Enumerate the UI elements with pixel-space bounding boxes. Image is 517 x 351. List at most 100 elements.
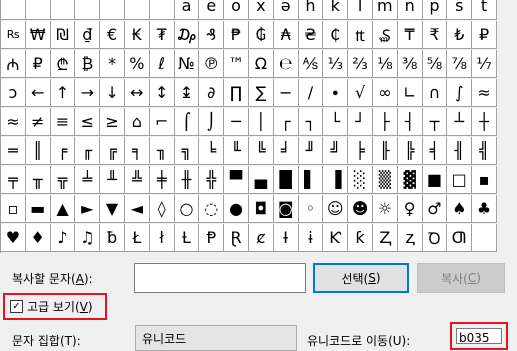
char-cell[interactable]: ₳	[273, 21, 299, 49]
char-cell[interactable]: ₸	[397, 21, 423, 49]
char-cell[interactable]: ↓	[100, 79, 125, 107]
char-cell[interactable]: ≤	[75, 108, 101, 136]
char-cell[interactable]: ▼	[100, 195, 125, 223]
char-cell[interactable]: *	[100, 50, 125, 78]
char-cell[interactable]: ∂	[199, 79, 225, 107]
char-cell[interactable]: x	[248, 0, 274, 20]
char-cell[interactable]: ⅍	[298, 50, 324, 78]
char-cell[interactable]: h	[298, 0, 324, 20]
char-cell[interactable]	[50, 0, 76, 20]
char-cell[interactable]: ∙	[323, 79, 349, 107]
char-cell[interactable]: Rs	[1, 21, 26, 49]
char-cell[interactable]: ┤	[397, 108, 423, 136]
char-cell[interactable]	[25, 0, 51, 20]
char-cell[interactable]	[124, 0, 150, 20]
char-cell[interactable]: a	[174, 0, 200, 20]
char-cell[interactable]: ╠	[397, 137, 423, 165]
char-cell[interactable]: ƙ	[348, 224, 373, 252]
char-cell[interactable]: ╚	[248, 137, 274, 165]
char-cell[interactable]: ▪	[472, 166, 497, 194]
char-cell[interactable]: ◌	[199, 195, 225, 223]
char-cell[interactable]: n	[397, 0, 423, 20]
char-cell[interactable]: ╖	[149, 137, 175, 165]
char-cell[interactable]: Ω	[248, 50, 274, 78]
char-cell[interactable]: ┘	[348, 108, 373, 136]
char-cell[interactable]: ₽	[25, 50, 51, 78]
char-cell[interactable]: ▐	[323, 166, 349, 194]
char-cell[interactable]: %	[124, 50, 150, 78]
char-cell[interactable]: ≥	[100, 108, 125, 136]
char-cell[interactable]: ├	[372, 108, 398, 136]
char-cell[interactable]: ∞	[372, 79, 398, 107]
char-cell[interactable]: ₫	[75, 21, 101, 49]
char-cell[interactable]: ₭	[124, 21, 150, 49]
char-cell[interactable]: ╛	[273, 137, 299, 165]
char-cell[interactable]: ╔	[100, 137, 125, 165]
char-cell[interactable]: ↔	[124, 79, 150, 107]
char-cell[interactable]: ▒	[372, 166, 398, 194]
char-cell[interactable]: ₩	[25, 21, 51, 49]
char-cell[interactable]: ₾	[50, 50, 76, 78]
char-cell[interactable]: −	[273, 79, 299, 107]
char-cell[interactable]: Ƣ	[447, 224, 473, 252]
char-cell[interactable]: ₿	[75, 50, 101, 78]
char-cell[interactable]: ₴	[298, 21, 324, 49]
char-cell[interactable]: ╘	[199, 137, 225, 165]
char-cell[interactable]: t	[472, 0, 497, 20]
char-cell[interactable]: ⅓	[323, 50, 349, 78]
char-cell[interactable]: ╩	[124, 166, 150, 194]
char-cell[interactable]	[149, 0, 175, 20]
char-cell[interactable]: ◊	[149, 195, 175, 223]
char-cell[interactable]: ₹	[422, 21, 448, 49]
char-cell[interactable]: ╤	[1, 166, 26, 194]
char-cell[interactable]: ⅞	[447, 50, 473, 78]
char-cell[interactable]: ☺	[323, 195, 349, 223]
char-cell[interactable]: ≈	[1, 108, 26, 136]
char-cell[interactable]: Ⱬ	[372, 224, 398, 252]
char-cell[interactable]: ∏	[224, 79, 249, 107]
char-cell[interactable]: ╥	[25, 166, 51, 194]
char-cell[interactable]: ≠	[25, 108, 51, 136]
char-cell[interactable]: ∑	[248, 79, 274, 107]
char-cell[interactable]: ┐	[298, 108, 324, 136]
char-cell[interactable]: ▀	[224, 166, 249, 194]
char-cell[interactable]: ♦	[25, 224, 51, 252]
char-cell[interactable]: ║	[25, 137, 51, 165]
char-cell[interactable]: k	[323, 0, 349, 20]
char-cell[interactable]: ☻	[348, 195, 373, 223]
char-cell[interactable]: ╞	[348, 137, 373, 165]
goto-unicode-input[interactable]: b035	[456, 328, 502, 344]
char-cell[interactable]: ȼ	[248, 224, 274, 252]
char-cell[interactable]: ♫	[75, 224, 101, 252]
char-cell[interactable]: ⅔	[348, 50, 373, 78]
char-cell[interactable]: ┼	[472, 108, 497, 136]
char-cell[interactable]: √	[348, 79, 373, 107]
char-cell[interactable]: ≡	[50, 108, 76, 136]
char-cell[interactable]: Ƙ	[323, 224, 349, 252]
char-cell[interactable]: ₪	[50, 21, 76, 49]
char-cell[interactable]: ╕	[124, 137, 150, 165]
char-cell[interactable]: ╗	[174, 137, 200, 165]
char-cell[interactable]: ♀	[397, 195, 423, 223]
checkbox-box[interactable]: ✓	[10, 300, 23, 313]
char-cell[interactable]: Ł	[124, 224, 150, 252]
char-cell[interactable]: ⅛	[372, 50, 398, 78]
char-cell[interactable]: ⱬ	[397, 224, 423, 252]
char-cell[interactable]	[75, 0, 101, 20]
char-cell[interactable]: ►	[75, 195, 101, 223]
char-cell[interactable]: ╬	[199, 166, 225, 194]
char-cell[interactable]: ▌	[298, 166, 324, 194]
char-cell[interactable]: ⅝	[422, 50, 448, 78]
char-cell[interactable]: │	[248, 108, 274, 136]
advanced-view-checkbox[interactable]: ✓ 고급 보기(V)	[3, 293, 107, 320]
char-cell[interactable]: ◙	[273, 195, 299, 223]
char-cell[interactable]: ┬	[422, 108, 448, 136]
char-cell[interactable]: ₲	[248, 21, 274, 49]
char-cell[interactable]: ◦	[298, 195, 324, 223]
char-cell[interactable]: ⌡	[199, 108, 225, 136]
char-cell[interactable]: ♪	[50, 224, 76, 252]
char-cell[interactable]: €	[100, 21, 125, 49]
char-cell[interactable]	[472, 224, 497, 252]
char-cell[interactable]: ™	[224, 50, 249, 78]
char-cell[interactable]: ☼	[372, 195, 398, 223]
